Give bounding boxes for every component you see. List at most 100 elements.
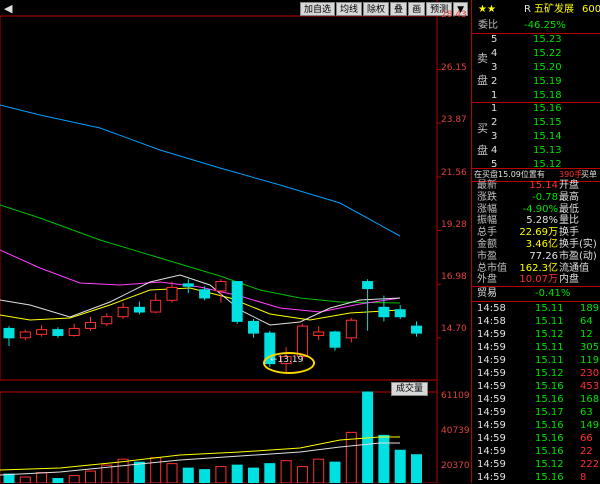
quote-value: 22.69万 — [519, 227, 558, 239]
candle-up[interactable] — [313, 331, 325, 336]
trade-volume: 22 — [580, 446, 593, 457]
volume-bar — [36, 472, 48, 483]
price-axis-label: 23.87 — [441, 115, 467, 125]
trade-volume: 64 — [580, 316, 593, 327]
candle-down[interactable] — [378, 306, 390, 318]
level-number: 2 — [491, 117, 498, 128]
trade-row: 14:59 15.16 168 — [477, 393, 600, 406]
trade-price: 15.16 — [535, 394, 564, 405]
ex-rights-button[interactable]: 除权 — [363, 2, 390, 16]
trade-row: 14:59 15.16 66 — [477, 432, 600, 445]
overlay-button[interactable]: 叠 — [390, 2, 408, 16]
order-book-row[interactable]: 5 15.23 — [471, 33, 600, 47]
candle-down[interactable] — [362, 281, 374, 290]
candle-down[interactable] — [3, 327, 15, 339]
candle-up[interactable] — [85, 322, 96, 329]
trade-row: 14:59 15.16 149 — [477, 419, 600, 432]
volume-bar — [182, 467, 194, 483]
quote-row: 涨跌 -0.78 最高 — [471, 192, 600, 204]
order-book-row[interactable]: 2 15.15 — [471, 116, 600, 130]
candle-up[interactable] — [345, 319, 357, 339]
level-price: 15.16 — [533, 103, 562, 114]
level-number: 3 — [491, 62, 498, 73]
trade-time: 14:59 — [477, 355, 506, 366]
trade-row: 14:59 15.17 63 — [477, 406, 600, 419]
candle-down[interactable] — [199, 289, 211, 299]
candle-down[interactable] — [329, 331, 341, 348]
order-book-row[interactable]: 4 15.22 — [471, 47, 600, 61]
candle-up[interactable] — [36, 329, 48, 335]
candle-up[interactable] — [166, 286, 178, 301]
price-pane-border — [0, 15, 438, 381]
candle-down[interactable] — [133, 306, 145, 313]
price-axis-label: 14.70 — [441, 324, 467, 334]
quote-label: 振幅 — [477, 215, 497, 227]
trade-volume: 8 — [580, 472, 587, 483]
volume-bar — [313, 458, 325, 483]
candle-down[interactable] — [182, 283, 194, 287]
level-price: 15.22 — [533, 48, 562, 59]
level-number: 3 — [491, 131, 498, 142]
candle-down[interactable] — [411, 325, 422, 334]
volume-tab[interactable]: 成交量 — [391, 382, 429, 396]
trade-time: 14:59 — [477, 420, 506, 431]
trade-time: 14:59 — [477, 407, 506, 418]
trades-header: 贸易 -0.41% — [477, 287, 600, 301]
trade-row: 14:58 15.11 189 — [477, 302, 600, 315]
quote-right-label: 最高 — [559, 191, 579, 203]
trade-price: 15.16 — [535, 420, 564, 431]
trade-price: 15.12 — [535, 459, 564, 470]
quote-label: 市盈 — [477, 250, 497, 262]
volume-bar — [215, 466, 227, 483]
order-book-row[interactable]: 4 15.13 — [471, 144, 600, 158]
trade-price: 15.11 — [535, 342, 564, 353]
weibi-row: 委比 -46.25% — [472, 19, 600, 33]
volume-bar — [329, 461, 341, 483]
trade-volume: 168 — [580, 394, 600, 405]
trade-row: 14:58 15.11 64 — [477, 315, 600, 328]
trade-time: 14:58 — [477, 316, 506, 327]
collapse-left-icon[interactable]: ◀ — [4, 2, 12, 15]
order-book-row[interactable]: 2 15.19 — [471, 75, 600, 89]
candle-down[interactable] — [52, 329, 64, 336]
quote-row: 涨幅 -4.90% 最低 — [471, 204, 600, 216]
kline-chart[interactable] — [0, 0, 470, 483]
candle-up[interactable] — [150, 299, 162, 313]
add-watchlist-button[interactable]: 加自选 — [300, 2, 336, 16]
order-book-row[interactable]: 1 15.16 — [471, 102, 600, 116]
star-rating-icon: ★★ — [478, 4, 496, 15]
quote-right-label: 市盈(动) — [559, 250, 597, 262]
candle-down[interactable] — [394, 309, 406, 318]
ma60-line — [0, 204, 401, 304]
candle-up[interactable] — [101, 316, 113, 325]
price-axis-label: 21.56 — [441, 168, 467, 178]
volume-axis-label: 20370 — [441, 461, 470, 471]
trade-price: 15.12 — [535, 329, 564, 340]
candle-down[interactable] — [231, 281, 243, 322]
quote-label: 涨跌 — [477, 191, 497, 203]
candle-up[interactable] — [68, 327, 80, 336]
candle-down[interactable] — [248, 320, 259, 334]
order-book-row[interactable]: 3 15.20 — [471, 61, 600, 75]
level-price: 15.18 — [533, 90, 562, 101]
order-book-row[interactable]: 3 15.14 — [471, 130, 600, 144]
trade-time: 14:59 — [477, 329, 506, 340]
order-book-row[interactable]: 1 15.18 — [471, 89, 600, 103]
trade-price: 15.16 — [535, 433, 564, 444]
quote-row: 总手 22.69万 换手 — [471, 227, 600, 239]
quote-value: 162.3亿 — [519, 262, 558, 274]
trade-row: 14:59 15.11 305 — [477, 341, 600, 354]
draw-button[interactable]: 画 — [408, 2, 426, 16]
level-price: 15.23 — [533, 34, 562, 45]
moving-average-button[interactable]: 均线 — [336, 2, 363, 16]
candle-up[interactable] — [117, 306, 129, 318]
quote-value: -4.90% — [522, 203, 558, 215]
price-axis-label: 26.15 — [441, 63, 467, 73]
trade-price: 15.11 — [535, 316, 564, 327]
candle-up[interactable] — [19, 331, 31, 339]
quote-row: 最新 15.14 开盘 — [471, 180, 600, 192]
candle-up[interactable] — [215, 281, 227, 292]
trade-row: 14:59 15.12 12 — [477, 328, 600, 341]
price-axis-label: 19.28 — [441, 220, 467, 230]
stock-header: ★★ R 五矿发展 6000 — [472, 3, 600, 17]
